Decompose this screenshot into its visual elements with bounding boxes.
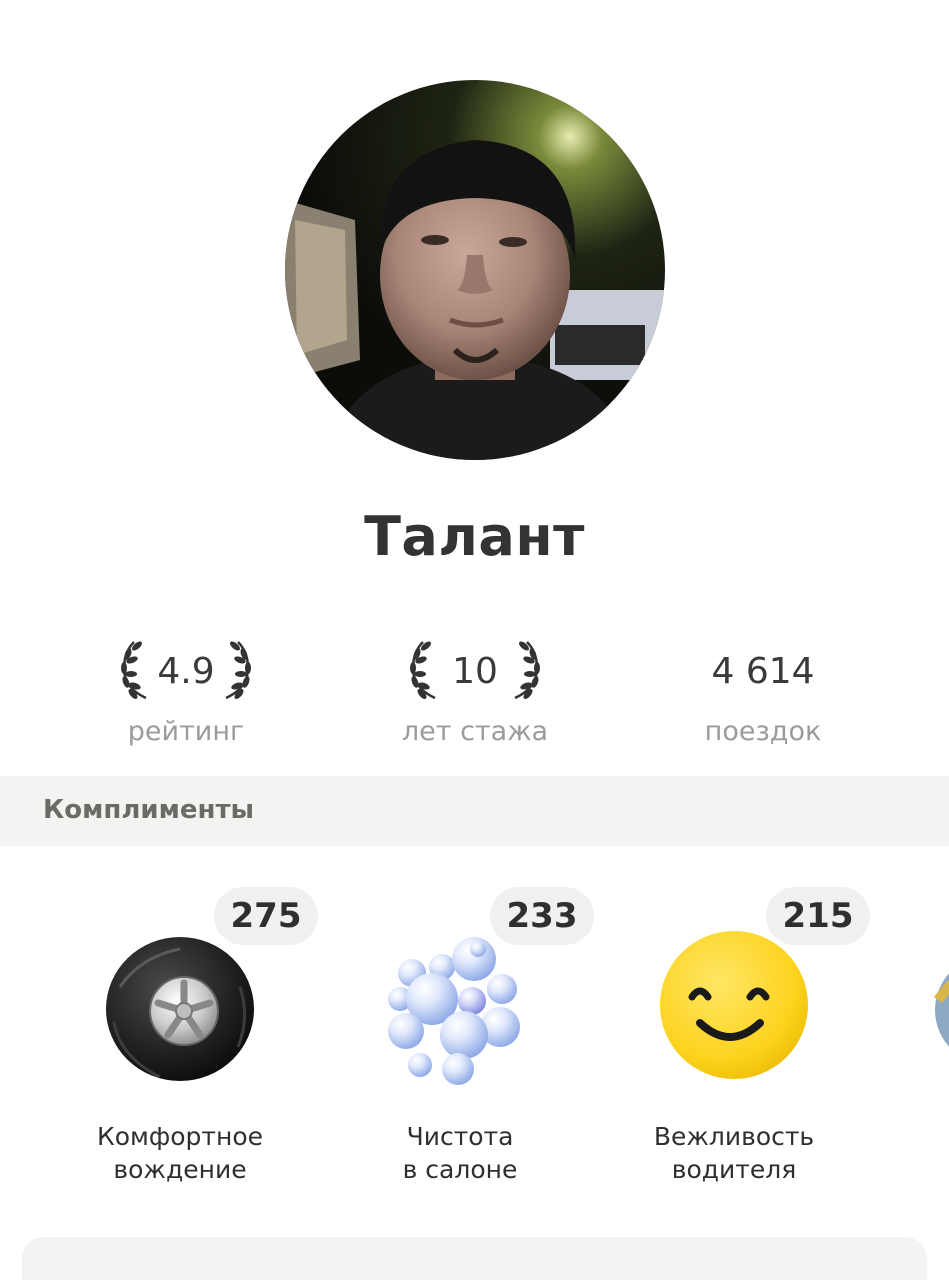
compliment-clean-interior[interactable]: 233 Чистота в салоне [340,885,594,1195]
experience-value: 10 [452,650,498,692]
laurel-right-icon [509,638,543,702]
compliment-label: Вежливость водителя [614,1120,854,1186]
compliments-title: Комплименты [43,795,255,825]
compliment-label-line2: водителя [671,1155,797,1184]
bottom-card [22,1237,927,1280]
compliment-next-partial[interactable] [930,930,949,1070]
compliment-label: Чистота в салоне [340,1120,580,1186]
stat-experience[interactable]: 10 лет стажа [345,632,605,747]
laurel-left-icon [118,638,152,702]
laurel-left-icon [407,638,441,702]
compliment-label-line1: Вежливость [653,1122,815,1151]
compliment-comfortable-driving[interactable]: 275 Комфортное вождение [60,885,318,1195]
stat-rating[interactable]: 4.9 рейтинг [56,632,316,747]
rating-label: рейтинг [127,716,245,747]
compliment-label-line2: в салоне [402,1155,518,1184]
stat-trips[interactable]: 4 614 поездок [633,632,893,748]
smiley-icon [654,927,814,1087]
trips-label: поездок [704,716,822,747]
driver-name: Талант [364,505,585,568]
rating-value: 4.9 [157,650,215,692]
driver-avatar[interactable] [285,80,665,460]
driver-profile-page: Талант 4.9 рейтинг 10 лет стажа 4 614 по… [0,0,949,1280]
partial-compliment-icon [933,973,949,1047]
compliment-driver-politeness[interactable]: 215 Вежливость водителя [614,885,870,1195]
laurel-right-icon [220,638,254,702]
compliment-label-line2: вождение [113,1155,247,1184]
compliment-label: Комфортное вождение [60,1120,300,1186]
trips-value: 4 614 [711,650,815,692]
driver-photo-icon [285,80,665,460]
wheel-icon [100,927,260,1087]
bubbles-icon [380,927,540,1087]
compliment-label-line1: Чистота [406,1122,514,1151]
compliments-section-header: Комплименты [0,776,949,846]
compliment-label-line1: Комфортное [96,1122,264,1151]
experience-label: лет стажа [401,716,549,747]
